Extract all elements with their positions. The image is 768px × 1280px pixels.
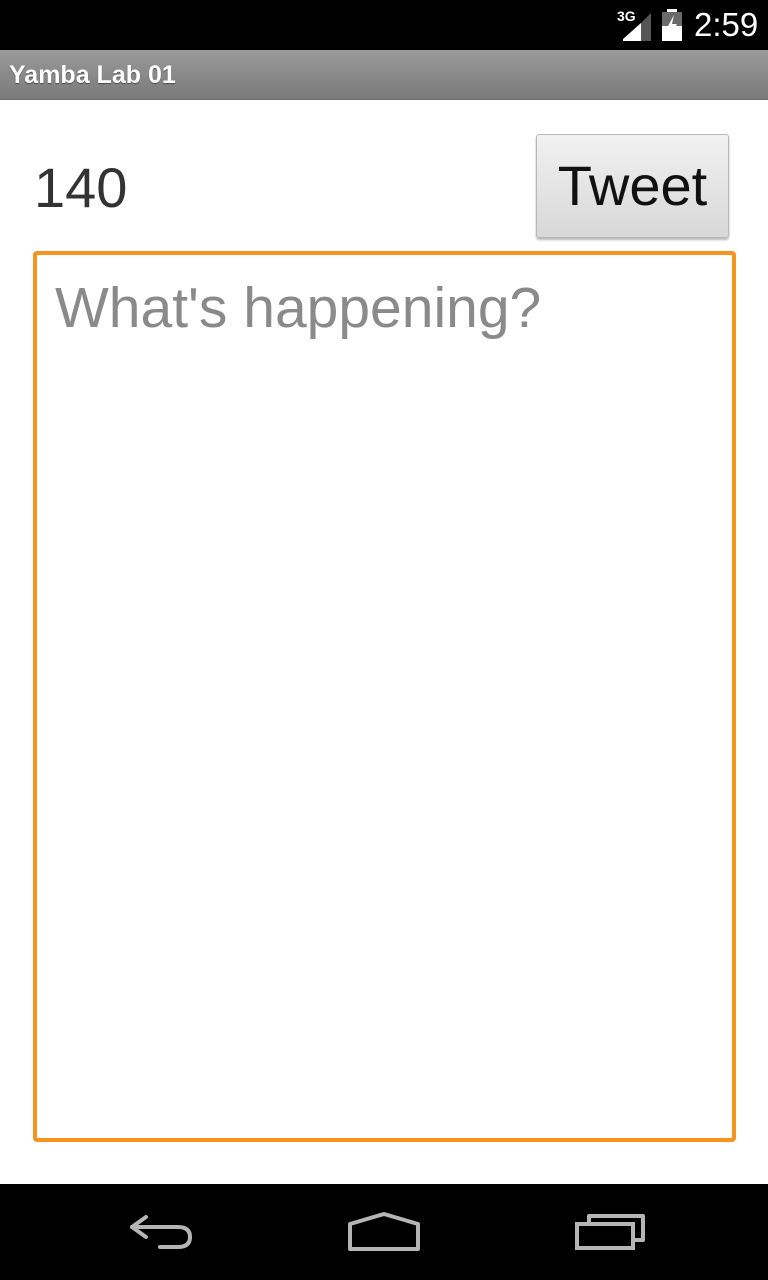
recent-apps-button[interactable] [530,1184,690,1280]
back-button[interactable] [80,1184,240,1280]
navigation-bar [0,1184,768,1280]
status-input[interactable] [33,251,736,1142]
character-counter: 140 [34,156,128,219]
app-title: Yamba Lab 01 [9,61,176,89]
action-bar: Yamba Lab 01 [0,50,768,100]
home-button[interactable] [304,1184,464,1280]
status-bar: 3G 2:59 [0,0,768,50]
network-indicator: 3G [617,9,651,41]
back-icon [130,1215,193,1249]
tweet-button[interactable]: Tweet [536,134,729,238]
recent-apps-icon [575,1214,645,1250]
home-icon [348,1212,420,1251]
battery-charging-icon [662,9,682,41]
clock: 2:59 [694,6,759,43]
signal-icon [623,13,651,41]
